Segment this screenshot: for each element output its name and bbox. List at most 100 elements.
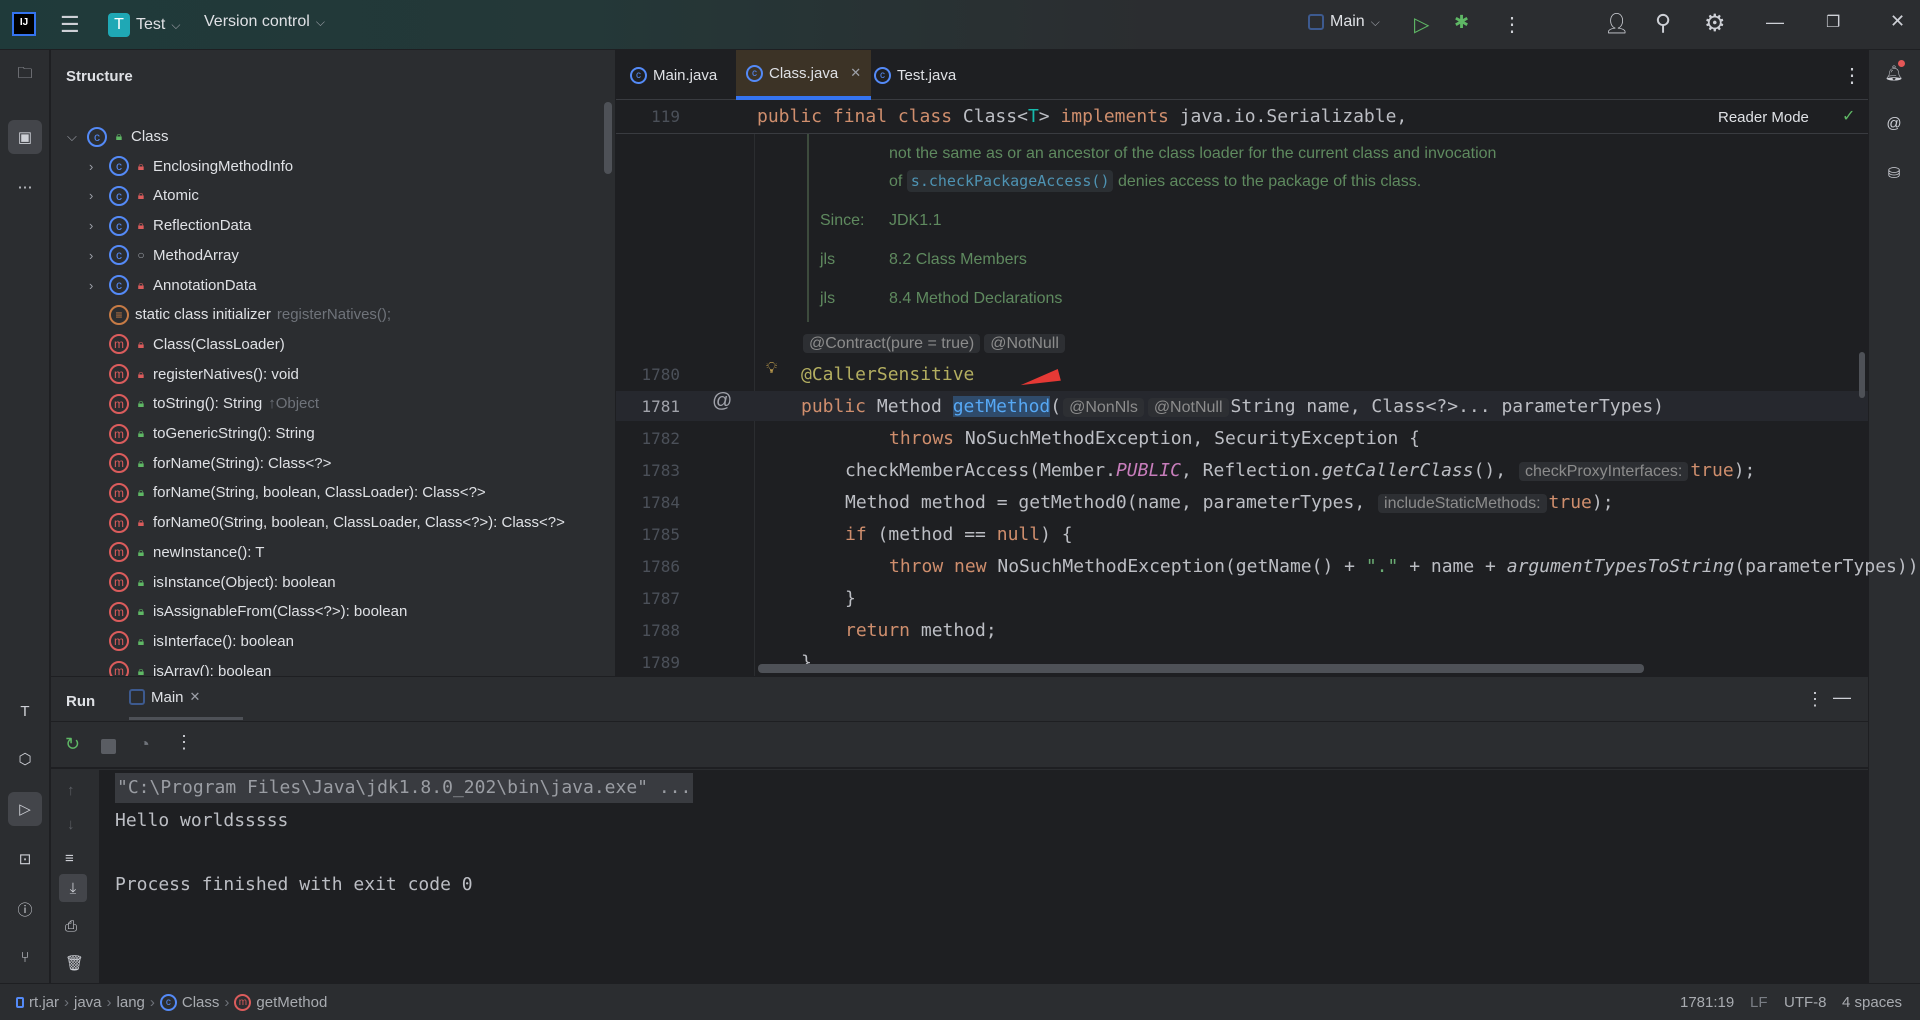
minimize-icon[interactable]: — (1766, 12, 1784, 33)
project-icon[interactable]: 🗀 (8, 58, 42, 92)
chevron-right-icon[interactable]: › (89, 218, 103, 233)
structure-icon[interactable]: ▣ (8, 120, 42, 154)
tree-item[interactable]: m 🔒︎ toGenericString(): String (89, 419, 315, 448)
build-icon[interactable]: T (8, 694, 42, 728)
print-icon[interactable]: ⎙ (65, 918, 77, 935)
indent-setting[interactable]: 4 spaces (1842, 994, 1902, 1011)
code-line[interactable]: Method method = getMethod0(name, paramet… (845, 488, 1614, 518)
close-tab-icon[interactable]: ✕ (850, 65, 861, 81)
vertical-scrollbar[interactable] (1859, 352, 1865, 398)
chevron-right-icon[interactable]: › (89, 278, 103, 293)
tree-item[interactable]: ⌵ c 🔒︎ Class (67, 122, 169, 151)
doc-code-link[interactable]: s.checkPackageAccess() (906, 170, 1114, 192)
tab-main-java[interactable]: c Main.java (620, 50, 727, 100)
project-selector[interactable]: T Test ⌵ (108, 13, 180, 37)
main-menu-icon[interactable]: ☰ (60, 12, 80, 38)
doc-jls-link[interactable]: 8.4 Method Declarations (889, 290, 1062, 308)
tree-item[interactable]: m 🔒︎ isAssignableFrom(Class<?>): boolean (89, 597, 407, 626)
database-icon[interactable]: ⛁ (1877, 156, 1911, 190)
more-icon[interactable]: ⋮ (175, 732, 193, 753)
code-line[interactable]: throws NoSuchMethodException, SecurityEx… (889, 424, 1420, 454)
code-line[interactable]: @CallerSensitive (801, 360, 974, 390)
close-icon[interactable]: ✕ (1890, 11, 1905, 32)
tree-item[interactable]: m 🔒︎ forName(String, boolean, ClassLoader)… (89, 478, 486, 507)
soft-wrap-icon[interactable]: ≡ (65, 850, 74, 867)
ai-assistant-icon[interactable]: @ (1877, 106, 1911, 140)
chevron-right-icon[interactable]: › (89, 188, 103, 203)
inlay-hint[interactable]: @NotNull (1147, 398, 1229, 417)
chevron-right-icon[interactable]: › (89, 159, 103, 174)
notifications-icon[interactable]: 🔔︎ (1877, 56, 1911, 90)
more-icon[interactable]: ⋮ (1502, 12, 1522, 37)
tree-item[interactable]: m 🔒︎ isInstance(Object): boolean (89, 568, 336, 597)
chevron-right-icon[interactable]: › (89, 248, 103, 263)
caret-position[interactable]: 1781:19 (1680, 994, 1734, 1011)
tree-item[interactable]: m 🔒︎ registerNatives(): void (89, 360, 299, 389)
file-encoding[interactable]: UTF-8 (1784, 994, 1827, 1011)
run-options-icon[interactable]: ⋮ (1806, 689, 1824, 710)
tree-item[interactable]: m 🔒︎ forName(String): Class<?> (89, 449, 331, 478)
tab-test-java[interactable]: c Test.java (864, 50, 966, 100)
run-tool-icon[interactable]: ▷ (8, 792, 42, 826)
tree-item[interactable]: m 🔒︎ isInterface(): boolean (89, 627, 294, 656)
search-icon[interactable]: ⚲ (1655, 10, 1671, 36)
implements-gutter-icon[interactable]: @ (712, 390, 732, 413)
services-icon[interactable]: ⬡ (8, 742, 42, 776)
close-tab-icon[interactable]: ✕ (190, 689, 201, 705)
intention-bulb-icon[interactable]: 💡︎ (766, 360, 777, 378)
chevron-down-icon[interactable]: ⌵ (67, 129, 81, 145)
tab-class-java[interactable]: c Class.java ✕ (736, 50, 872, 100)
run-icon[interactable]: ▷ (1414, 12, 1429, 37)
tree-item[interactable]: m 🔒︎ newInstance(): T (89, 538, 264, 567)
breadcrumb-item[interactable]: lang (117, 994, 145, 1011)
tabs-more-icon[interactable]: ⋮ (1842, 63, 1862, 88)
tree-item[interactable]: m 🔒︎ toString(): String ↑Object (89, 389, 319, 418)
line-separator[interactable]: LF (1750, 994, 1768, 1011)
breadcrumb-item[interactable]: getMethod (256, 994, 327, 1011)
tree-item[interactable]: m 🔒︎ forName0(String, boolean, ClassLoader… (89, 508, 565, 537)
tree-item[interactable]: m 🔒︎ Class(ClassLoader) (89, 330, 285, 359)
console-output[interactable]: "C:\Program Files\Java\jdk1.8.0_202\bin\… (99, 770, 1868, 984)
app-logo[interactable]: IJ (12, 12, 36, 36)
inlay-hint[interactable]: checkProxyInterfaces: (1518, 462, 1689, 481)
add-user-icon[interactable]: 👤︎ (1604, 11, 1629, 36)
doc-jls-link[interactable]: 8.2 Class Members (889, 251, 1027, 269)
code-line[interactable]: } (801, 648, 812, 678)
inlay-hint[interactable]: @NonNls (1063, 398, 1144, 417)
tree-item[interactable]: › c 🔒︎ AnnotationData (89, 271, 256, 300)
settings-icon[interactable]: ⚙ (1704, 9, 1726, 38)
debug-icon[interactable]: ✱ (1454, 12, 1469, 33)
stop-icon[interactable] (101, 739, 116, 754)
vcs-selector[interactable]: Version control ⌵ (204, 13, 325, 31)
tree-item[interactable]: › c 🔒︎ ReflectionData (89, 211, 251, 240)
breadcrumb-item[interactable]: Class (182, 994, 220, 1011)
run-config-selector[interactable]: Main ⌵ (1308, 13, 1380, 31)
hide-panel-icon[interactable]: — (1833, 687, 1851, 708)
profiler-icon[interactable]: ◔ (139, 734, 150, 755)
tree-item[interactable]: › c 🔒︎ EnclosingMethodInfo (89, 152, 293, 181)
rerun-icon[interactable]: ↻ (65, 734, 80, 755)
terminal-icon[interactable]: ⊡ (8, 842, 42, 876)
sticky-line[interactable]: 119 public final class Class<T> implemen… (616, 100, 1868, 134)
code-line[interactable]: if (method == null) { (845, 520, 1073, 550)
inlay-hint[interactable]: includeStaticMethods: (1378, 494, 1547, 513)
inferred-annotation[interactable]: @Contract(pure = true) (803, 334, 981, 353)
scroll-up-icon[interactable]: ↑ (67, 782, 75, 799)
code-line[interactable]: } (845, 584, 856, 614)
inferred-annotation[interactable]: @NotNull (984, 334, 1065, 353)
breadcrumb-item[interactable]: java (74, 994, 102, 1011)
run-tab-main[interactable]: Main ✕ (129, 677, 243, 720)
code-line[interactable]: return method; (845, 616, 997, 646)
git-icon[interactable]: ⑂ (8, 940, 42, 974)
code-line[interactable]: checkMemberAccess(Member.PUBLIC, Reflect… (845, 456, 1755, 486)
reader-mode-button[interactable]: Reader Mode (1718, 109, 1809, 126)
scroll-down-icon[interactable]: ↓ (67, 816, 75, 833)
tree-item[interactable]: ≡ static class initializer registerNatives… (89, 300, 391, 329)
structure-scrollbar[interactable] (604, 102, 612, 174)
restore-icon[interactable]: ❐ (1826, 12, 1840, 32)
code-line[interactable]: throw new NoSuchMethodException(getName(… (889, 552, 1920, 582)
breadcrumb-item[interactable]: rt.jar (29, 994, 59, 1011)
clear-icon[interactable]: 🗑︎ (65, 954, 84, 972)
horizontal-scrollbar[interactable] (758, 664, 1644, 673)
more-tools-icon[interactable]: ⋯ (8, 170, 42, 204)
